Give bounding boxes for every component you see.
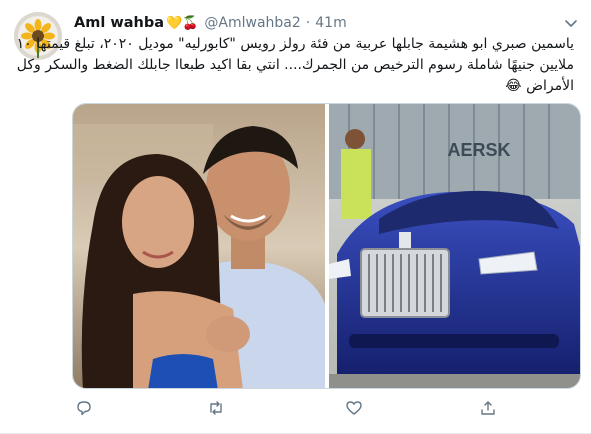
tweet-text-line: ملايين جنيهًا شاملة رسوم الترخيص من الجم… [16, 57, 574, 73]
tweet-card[interactable]: Aml wahba 💛🍒 @Amlwahba2 · 41m ياسمين صبر… [0, 0, 591, 434]
retweet-icon [210, 401, 222, 415]
tweet-text: ياسمين صبري ابو هشيمة جابلها عربية من فئ… [16, 34, 574, 97]
tweet-media[interactable]: AERSK [72, 103, 581, 389]
car-photo-image: AERSK [329, 104, 580, 388]
tweet-text-line: الأمراض 😂 [505, 78, 574, 94]
share-button[interactable] [478, 398, 498, 418]
more-options-button[interactable] [562, 14, 580, 32]
couple-photo[interactable] [73, 104, 325, 388]
reply-icon [77, 401, 91, 416]
author-display-name[interactable]: Aml wahba [74, 15, 164, 31]
tweet-text-line: ياسمين صبري ابو هشيمة جابلها عربية من فئ… [16, 36, 574, 52]
tweet-timestamp[interactable]: 41m [315, 15, 346, 31]
like-icon [346, 401, 362, 415]
reply-button[interactable] [74, 398, 94, 418]
tweet-actions [74, 398, 514, 420]
separator-dot: · [305, 15, 311, 31]
container-lettering: AERSK [447, 140, 510, 160]
name-emojis: 💛🍒 [166, 15, 199, 31]
like-button[interactable] [344, 398, 364, 418]
tweet-header: Aml wahba 💛🍒 @Amlwahba2 · 41m [74, 12, 347, 34]
couple-photo-image [73, 104, 325, 388]
author-handle[interactable]: @Amlwahba2 [204, 15, 300, 31]
car-photo[interactable]: AERSK [329, 104, 580, 388]
retweet-button[interactable] [206, 398, 226, 418]
share-icon [481, 401, 495, 415]
chevron-down-icon [565, 20, 577, 27]
